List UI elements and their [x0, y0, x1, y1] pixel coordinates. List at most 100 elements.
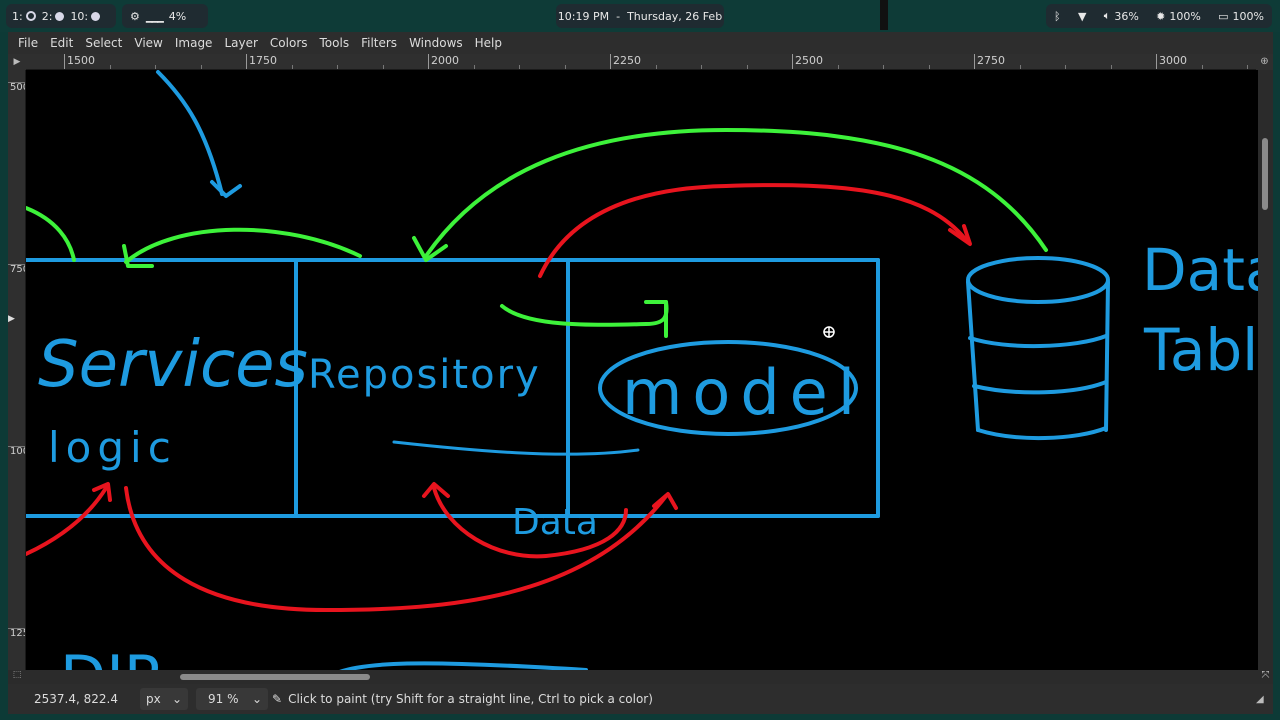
battery-icon: ▭	[1218, 9, 1229, 23]
ruler-minor-tick	[337, 65, 338, 69]
drawing-layer[interactable]: Services logic Repository model Data Dat…	[26, 70, 1258, 670]
system-tray: ᛒ ▼ 🔈︎ 36% ✹ 100% ▭ 100%	[1046, 4, 1272, 28]
workspace-1[interactable]: 1:	[12, 10, 36, 23]
workspace-10-label: 10:	[70, 9, 89, 23]
quick-mask-toggle-icon[interactable]: ⬚	[8, 670, 26, 684]
unit-value: px	[146, 692, 161, 706]
label-services: Services	[38, 328, 308, 402]
move-cursor-icon	[823, 326, 835, 338]
status-message-text: Click to paint (try Shift for a straight…	[288, 692, 653, 706]
battery-indicator[interactable]: ▭ 100%	[1218, 10, 1264, 23]
menu-filters[interactable]: Filters	[355, 36, 403, 50]
database-cylinder	[966, 256, 1110, 440]
ruler-tick	[8, 628, 25, 629]
cpu-graph: ▁▁▁	[145, 9, 164, 23]
ruler-minor-tick	[155, 65, 156, 69]
menu-edit[interactable]: Edit	[44, 36, 79, 50]
bluetooth-icon[interactable]: ᛒ	[1054, 10, 1061, 23]
vertical-scrollbar[interactable]	[1258, 70, 1273, 670]
circle-icon	[55, 11, 65, 21]
background-decoration	[880, 0, 888, 30]
menu-colors[interactable]: Colors	[264, 36, 314, 50]
ruler-minor-tick	[1065, 65, 1066, 69]
horizontal-scrollbar[interactable]	[26, 670, 1258, 684]
label-data: Data	[512, 502, 598, 543]
horizontal-ruler[interactable]: 1500 1750 2000 2250 2500 2750 3000	[26, 54, 1256, 70]
ruler-minor-tick	[1020, 65, 1021, 69]
ruler-label: 1500	[64, 54, 95, 69]
menu-file[interactable]: File	[12, 36, 44, 50]
zoom-image-when-window-size-changes-icon[interactable]: ⊕	[1256, 54, 1273, 70]
ruler-minor-tick	[519, 65, 520, 69]
image-canvas[interactable]: Services logic Repository model Data Dat…	[26, 70, 1258, 670]
brightness-icon: ✹	[1156, 9, 1166, 23]
corner-resize-icon[interactable]: ◢	[1256, 694, 1264, 705]
ruler-minor-tick	[929, 65, 930, 69]
menu-image[interactable]: Image	[169, 36, 219, 50]
data-underline	[392, 440, 640, 456]
menu-help[interactable]: Help	[469, 36, 508, 50]
ruler-label: 750	[10, 264, 25, 275]
workspace-10[interactable]: 10:	[70, 9, 101, 23]
ruler-label: 2500	[792, 54, 823, 69]
vertical-ruler[interactable]: 500 750 1000 1250 ▶	[8, 70, 26, 670]
volume-value: 36%	[1114, 9, 1139, 23]
menu-layer[interactable]: Layer	[218, 36, 263, 50]
ruler-tick	[8, 446, 25, 447]
ruler-minor-tick	[838, 65, 839, 69]
gimp-window: File Edit Select View Image Layer Colors…	[8, 32, 1273, 714]
menu-tools[interactable]: Tools	[314, 36, 356, 50]
ruler-label: 500	[10, 82, 25, 93]
ruler-minor-tick	[1111, 65, 1112, 69]
ruler-minor-tick	[474, 65, 475, 69]
ruler-minor-tick	[701, 65, 702, 69]
ruler-minor-tick	[747, 65, 748, 69]
ruler-label: 2250	[610, 54, 641, 69]
label-data-table-1: Data	[1142, 236, 1258, 304]
zoom-selector[interactable]: 91 % ⌄	[196, 688, 268, 710]
ruler-minor-tick	[201, 65, 202, 69]
battery-value: 100%	[1232, 9, 1264, 23]
brightness-control[interactable]: ✹ 100%	[1156, 10, 1201, 23]
label-model: model	[622, 356, 865, 429]
ruler-label: 1750	[246, 54, 277, 69]
green-arrows	[26, 128, 1048, 338]
label-data-table-2: Table	[1143, 316, 1258, 384]
workspace-2[interactable]: 2:	[42, 10, 65, 23]
volume-control[interactable]: 🔈︎ 36%	[1104, 9, 1139, 23]
image-menu-button[interactable]: ▶	[8, 54, 26, 70]
workspace-2-label: 2:	[41, 9, 53, 23]
horizontal-scroll-thumb[interactable]	[180, 674, 370, 680]
clock[interactable]: 10:19 PM - Thursday, 26 Feb	[556, 4, 724, 28]
ruler-minor-tick	[1202, 65, 1203, 69]
pointer-coordinates: 2537.4, 822.4	[34, 692, 118, 706]
system-top-bar: 1: 2: 10: ⚙ ▁▁▁ 4% 10:19 PM - Thursday, …	[0, 0, 1280, 32]
ruler-label: 1000	[10, 446, 25, 457]
ruler-label: 1250	[10, 628, 25, 639]
menu-windows[interactable]: Windows	[403, 36, 469, 50]
cpu-icon: ⚙	[130, 9, 140, 23]
unit-selector[interactable]: px ⌄	[140, 688, 188, 710]
menu-select[interactable]: Select	[79, 36, 128, 50]
wifi-icon[interactable]: ▼	[1078, 10, 1086, 23]
ruler-minor-tick	[383, 65, 384, 69]
cpu-widget[interactable]: ⚙ ▁▁▁ 4%	[122, 4, 208, 28]
vertical-scroll-thumb[interactable]	[1262, 138, 1268, 210]
volume-icon: 🔈︎	[1103, 9, 1111, 22]
menubar: File Edit Select View Image Layer Colors…	[8, 32, 1273, 54]
desktop-edge	[1273, 32, 1280, 720]
clock-text: 10:19 PM - Thursday, 26 Feb	[557, 9, 723, 23]
navigate-image-icon[interactable]: ⤧	[1258, 670, 1273, 684]
label-bottom: DIP	[60, 643, 160, 670]
circle-icon	[91, 11, 101, 21]
status-message: ✎ Click to paint (try Shift for a straig…	[272, 692, 653, 706]
chevron-down-icon: ⌄	[251, 692, 262, 706]
cpu-percent: 4%	[168, 9, 187, 23]
chevron-down-icon: ⌄	[171, 692, 182, 706]
ruler-minor-tick	[656, 65, 657, 69]
ruler-label: 2000	[428, 54, 459, 69]
ruler-label: 2750	[974, 54, 1005, 69]
label-repository: Repository	[308, 352, 541, 398]
ruler-label: 3000	[1156, 54, 1187, 69]
menu-view[interactable]: View	[128, 36, 168, 50]
